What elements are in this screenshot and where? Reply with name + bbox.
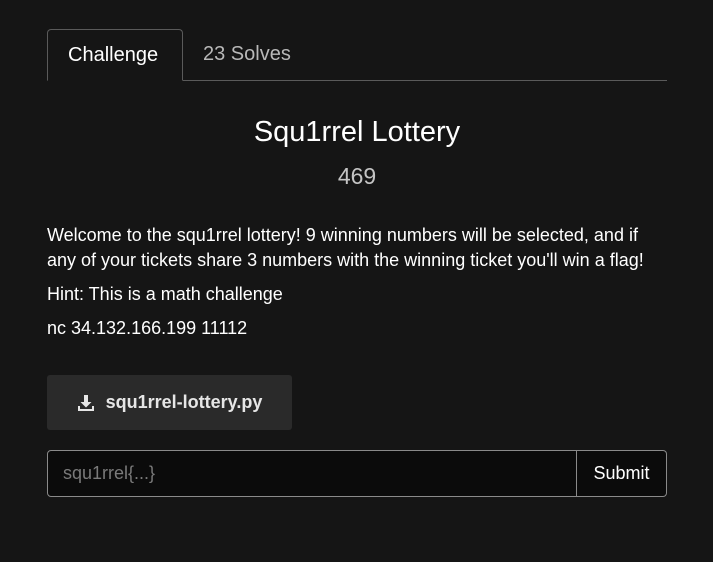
challenge-tabs: Challenge 23 Solves: [47, 29, 667, 81]
flag-input[interactable]: [47, 450, 577, 497]
challenge-description: Welcome to the squ1rrel lottery! 9 winni…: [47, 223, 667, 341]
description-text: Welcome to the squ1rrel lottery! 9 winni…: [47, 225, 644, 270]
tab-challenge-label: Challenge: [68, 43, 159, 66]
tab-solves-label: 23 Solves: [203, 43, 291, 65]
tab-challenge[interactable]: Challenge: [47, 29, 183, 81]
submit-button[interactable]: Submit: [577, 450, 667, 497]
challenge-title: Squ1rrel Lottery: [253, 116, 461, 148]
download-icon: [77, 394, 95, 412]
challenge-points: 469: [337, 163, 377, 189]
challenge-modal: Challenge 23 Solves Squ1rrel Lottery 469…: [47, 29, 667, 497]
file-name: squ1rrel-lottery.py: [105, 392, 263, 412]
tab-solves[interactable]: 23 Solves: [183, 29, 311, 80]
file-download-button[interactable]: squ1rrel-lottery.py: [47, 375, 292, 430]
hint-text: Hint: This is a math challenge: [47, 284, 283, 304]
flag-submit-form: Submit: [47, 450, 667, 497]
connection-text: nc 34.132.166.199 11112: [47, 318, 248, 338]
